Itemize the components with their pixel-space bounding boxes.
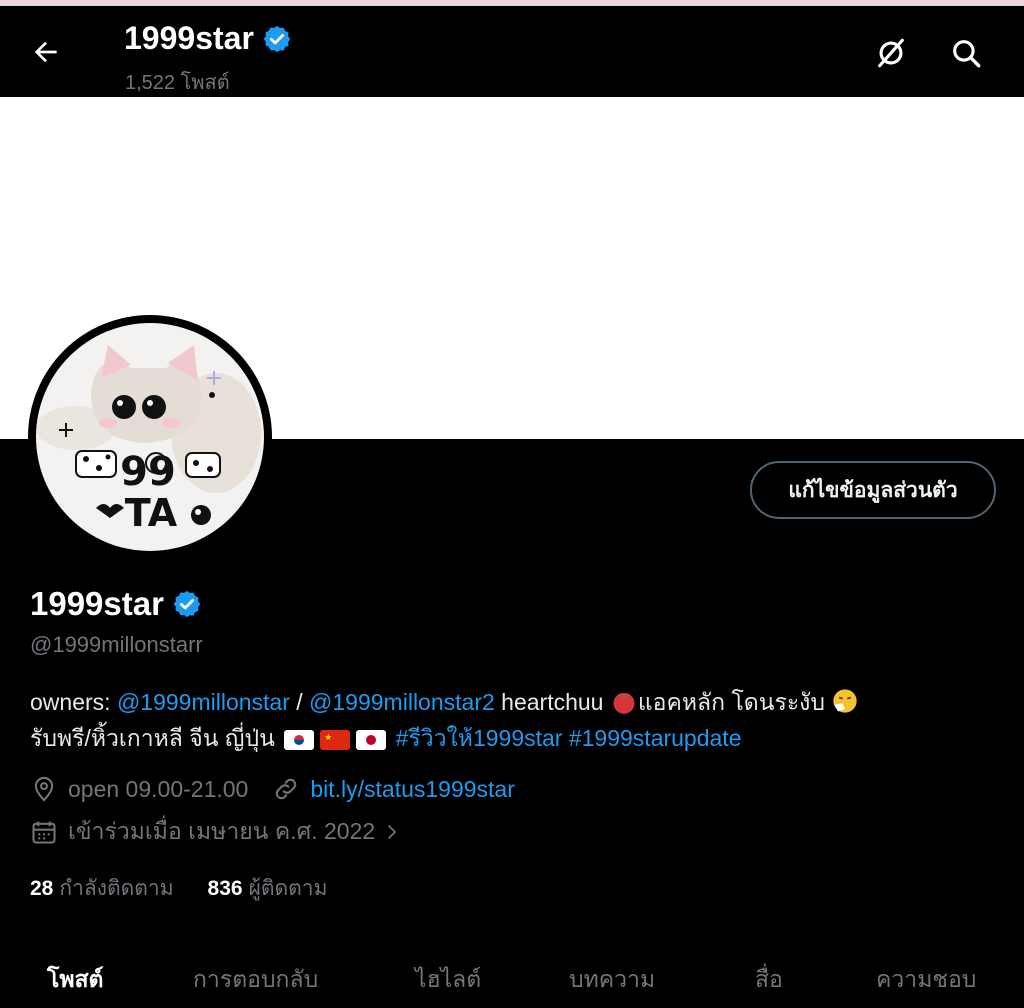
followers-label: ผู้ติดตาม — [248, 877, 328, 900]
follow-stats: 28 กำลังติดตาม 836 ผู้ติดตาม — [30, 872, 327, 905]
following-label: กำลังติดตาม — [59, 877, 174, 900]
chevron-right-icon — [388, 825, 397, 839]
avatar[interactable]: 99 TA — [28, 315, 272, 559]
china-flag-icon: ★ — [320, 729, 351, 750]
tab-replies[interactable]: การตอบกลับ — [193, 962, 318, 998]
avatar-image: 99 TA — [36, 323, 264, 551]
tab-posts[interactable]: โพสต์ — [47, 962, 104, 998]
profile-joined-date: เข้าร่วมเมื่อ เมษายน ค.ศ. 2022 — [68, 818, 376, 844]
bio-text: แอคหลัก โดนระงับ — [637, 689, 832, 715]
edit-profile-button[interactable]: แก้ไขข้อมูลส่วนตัว — [750, 461, 996, 519]
verified-badge-icon — [263, 25, 291, 52]
search-icon[interactable] — [949, 36, 983, 70]
profile-name-group: 1999star — [30, 585, 202, 623]
followers-count: 836 — [207, 877, 243, 900]
profile-website-link[interactable]: bit.ly/status1999star — [310, 776, 515, 803]
profile-tabs: โพสต์ การตอบกลับ ไฮไลต์ บทความ สื่อ ความ… — [0, 950, 1024, 1008]
tab-likes[interactable]: ความชอบ — [876, 962, 976, 998]
profile-name: 1999star — [30, 585, 164, 622]
profile-joined-row[interactable]: เข้าร่วมเมื่อ เมษายน ค.ศ. 2022 — [30, 814, 401, 850]
header-title: 1999star — [124, 20, 254, 56]
grok-icon[interactable] — [874, 36, 908, 70]
cat-mascot-image: 99 TA — [36, 345, 261, 535]
mention-link[interactable]: @1999millonstar2 — [309, 689, 495, 715]
bio-text: รับพรี/หิ้วเกาหลี จีน ญี่ปุ่น — [30, 725, 282, 751]
profile-meta-row: open 09.00-21.00 bit.ly/status1999star — [30, 775, 515, 803]
verified-badge-icon — [173, 590, 201, 618]
following-stat[interactable]: 28 กำลังติดตาม — [30, 872, 174, 905]
back-arrow-icon[interactable] — [30, 36, 62, 68]
followers-stat[interactable]: 836 ผู้ติดตาม — [208, 872, 328, 905]
bio-separator: / — [289, 689, 310, 715]
following-count: 28 — [30, 877, 54, 900]
bio-prefix: owners: — [30, 689, 117, 715]
hashtag-link[interactable]: #1999starupdate — [562, 725, 742, 751]
hashtag-link[interactable]: #รีวิวให้1999star — [396, 725, 563, 751]
sneezing-face-emoji-icon — [833, 689, 858, 713]
tab-media[interactable]: สื่อ — [755, 962, 783, 998]
profile-location: open 09.00-21.00 — [68, 775, 249, 802]
post-count: 1,522 โพสต์ — [125, 72, 230, 94]
profile-bio: owners: @1999millonstar / @1999millonsta… — [30, 684, 1010, 756]
tab-highlights[interactable]: ไฮไลต์ — [415, 962, 481, 998]
korea-flag-icon — [284, 729, 315, 750]
mention-link[interactable]: @1999millonstar — [117, 689, 290, 715]
link-icon — [276, 778, 297, 800]
japan-flag-icon — [356, 729, 387, 750]
location-pin-icon — [34, 776, 54, 802]
profile-header-bar: 1999star 1,522 โพสต์ — [0, 6, 1024, 97]
bio-text: heartchuu — [494, 689, 610, 715]
tab-articles[interactable]: บทความ — [569, 962, 655, 998]
svg-text:TA: TA — [125, 491, 178, 535]
header-title-group: 1999star — [124, 20, 292, 57]
calendar-icon — [32, 821, 56, 844]
profile-handle: @1999millonstarr — [30, 632, 203, 657]
tomato-emoji-icon — [613, 692, 635, 714]
